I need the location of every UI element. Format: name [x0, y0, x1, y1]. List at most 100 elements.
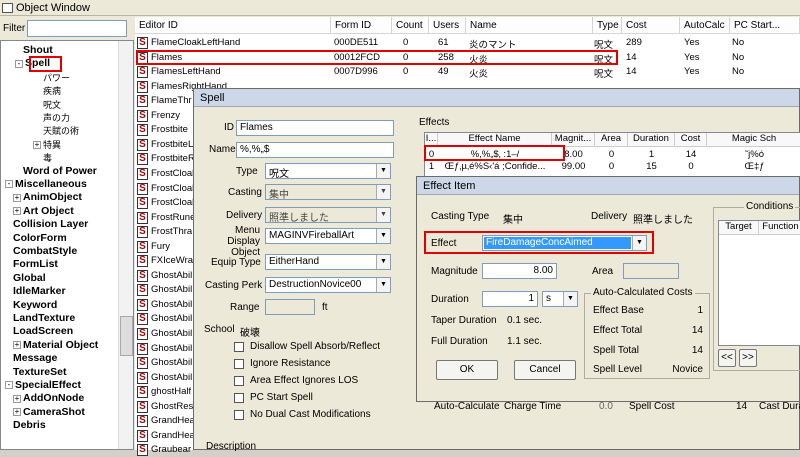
cancel-button[interactable]: Cancel: [514, 360, 576, 380]
expand-icon[interactable]: +: [13, 394, 21, 403]
tree-item[interactable]: LoadScreen: [13, 325, 73, 337]
id-field[interactable]: Flames: [236, 120, 394, 136]
effects-cell[interactable]: 0: [425, 149, 438, 160]
casting-perk-select[interactable]: DestructionNovice00 ▼: [265, 277, 391, 293]
tree-item[interactable]: Keyword: [13, 299, 57, 311]
category-tree[interactable]: Shout - Spell パワー 疾病 呪文 声の力 天賦の術 + 特異毒 Word of Pow…: [0, 40, 134, 450]
effects-cell[interactable]: 0: [675, 161, 707, 172]
conditions-col-target[interactable]: Target: [719, 221, 759, 235]
checkbox[interactable]: [234, 410, 244, 420]
prev-condition-button[interactable]: <<: [718, 349, 736, 367]
menu-display-select[interactable]: MAGINVFireballArt ▼: [265, 228, 391, 244]
table-row[interactable]: S FlameCloakLeftHand 000DE511 0 61 炎のマント 呪文 289…: [135, 37, 800, 51]
effects-cell[interactable]: 8.00: [552, 149, 595, 160]
autocalc-label[interactable]: Auto-Calculate: [434, 401, 500, 412]
expand-icon[interactable]: +: [13, 341, 21, 350]
expand-icon[interactable]: +: [13, 408, 21, 417]
expand-icon[interactable]: +: [33, 141, 41, 150]
name-field[interactable]: %,%„$: [236, 142, 394, 158]
range-field[interactable]: [265, 299, 315, 315]
effects-table[interactable]: I... Effect Name Magnit... Area Duration Cost…: [424, 132, 800, 180]
tree-item[interactable]: Message: [13, 352, 57, 364]
tree-item[interactable]: + Material Object: [13, 339, 98, 351]
magnitude-field[interactable]: 8.00: [482, 263, 557, 279]
area-field[interactable]: [623, 263, 679, 279]
column-header[interactable]: PC Start...: [730, 17, 800, 34]
tree-item[interactable]: 呪文: [43, 98, 61, 111]
column-header[interactable]: Editor ID: [135, 17, 331, 34]
filter-input[interactable]: [27, 20, 127, 37]
effects-column-header[interactable]: Cost: [675, 133, 707, 147]
tree-item[interactable]: 毒: [43, 151, 52, 164]
expand-icon[interactable]: +: [13, 193, 21, 202]
tree-item[interactable]: + 特異: [33, 138, 61, 151]
tree-item[interactable]: パワー: [43, 71, 70, 84]
tree-item[interactable]: + AddOnNode: [13, 392, 84, 404]
tree-item[interactable]: Global: [13, 272, 46, 284]
tree-item[interactable]: LandTexture: [13, 312, 75, 324]
ok-button[interactable]: OK: [436, 360, 498, 380]
column-header[interactable]: Users: [429, 17, 466, 34]
tree-item[interactable]: 疾病: [43, 84, 61, 97]
tree-item[interactable]: Debris: [13, 419, 46, 431]
collapse-icon[interactable]: -: [5, 381, 13, 390]
tree-item[interactable]: - SpecialEffect: [5, 379, 81, 391]
tree-item[interactable]: Word of Power: [23, 165, 97, 177]
tree-scrollbar[interactable]: [118, 41, 133, 449]
effect-item-titlebar[interactable]: Effect Item: [417, 177, 799, 195]
table-row[interactable]: S Flames 00012FCD 0 258 火炎 呪文 14 Yes No: [135, 51, 800, 66]
tree-item[interactable]: CombatStyle: [13, 245, 77, 257]
column-header[interactable]: Cost: [622, 17, 680, 34]
column-header[interactable]: Type: [593, 17, 622, 34]
column-header[interactable]: Form ID: [331, 17, 392, 34]
tree-item[interactable]: FormList: [13, 258, 58, 270]
tree-item[interactable]: Collision Layer: [13, 218, 88, 230]
effects-cell[interactable]: %,%„$‚ :1–/: [438, 149, 552, 160]
delivery-select[interactable]: 照準しました ▼: [265, 207, 391, 223]
conditions-table[interactable]: Target Function: [718, 220, 800, 346]
checkbox[interactable]: [234, 342, 244, 352]
effects-cell[interactable]: 0: [595, 149, 628, 160]
column-header[interactable]: AutoCalc: [680, 17, 730, 34]
collapse-icon[interactable]: -: [15, 59, 23, 68]
spell-titlebar[interactable]: Spell: [194, 89, 799, 107]
checkbox[interactable]: [234, 393, 244, 403]
tree-item[interactable]: IdleMarker: [13, 285, 66, 297]
table-row[interactable]: S FlamesLeftHand 0007D996 0 49 火炎 呪文 14 Yes No: [135, 66, 800, 80]
object-window-titlebar[interactable]: Object Window: [0, 0, 800, 16]
effects-cell[interactable]: 0: [595, 161, 628, 172]
tree-item[interactable]: - Spell: [15, 57, 50, 69]
column-header[interactable]: Name: [466, 17, 593, 34]
conditions-col-function[interactable]: Function: [759, 221, 800, 235]
effects-column-header[interactable]: Magnit...: [552, 133, 595, 147]
effects-cell[interactable]: 1: [425, 161, 438, 172]
effects-column-header[interactable]: Duration: [628, 133, 675, 147]
expand-icon[interactable]: +: [13, 207, 21, 216]
effects-cell[interactable]: 15: [628, 161, 675, 172]
effects-column-header[interactable]: Area: [595, 133, 628, 147]
effects-cell[interactable]: 99.00: [552, 161, 595, 172]
tree-item[interactable]: Shout: [23, 44, 53, 56]
tree-scrollbar-thumb[interactable]: [120, 316, 133, 356]
effects-cell[interactable]: ˜j%ó: [707, 149, 800, 160]
tree-item[interactable]: 声の力: [43, 111, 70, 124]
duration-field[interactable]: 1: [482, 291, 538, 307]
tree-item[interactable]: - Miscellaneous: [5, 178, 87, 190]
equip-type-select[interactable]: EitherHand ▼: [265, 254, 391, 270]
effects-column-header[interactable]: I...: [425, 133, 438, 147]
effects-column-header[interactable]: Effect Name: [438, 133, 552, 147]
tree-item[interactable]: 天賦の術: [43, 124, 79, 137]
effects-column-header[interactable]: Magic Sch: [707, 133, 800, 147]
type-select[interactable]: 呪文 ▼: [265, 163, 391, 179]
tree-item[interactable]: ColorForm: [13, 232, 67, 244]
tree-item[interactable]: + AnimObject: [13, 191, 82, 203]
effects-cell[interactable]: 14: [675, 149, 707, 160]
tree-item[interactable]: TextureSet: [13, 366, 67, 378]
tree-item[interactable]: + CameraShot: [13, 406, 85, 418]
casting-select[interactable]: 集中 ▼: [265, 184, 391, 200]
checkbox[interactable]: [234, 376, 244, 386]
checkbox[interactable]: [234, 359, 244, 369]
next-condition-button[interactable]: >>: [739, 349, 757, 367]
effect-select[interactable]: FireDamageConcAimed ▼: [482, 235, 647, 251]
tree-item[interactable]: + Art Object: [13, 205, 74, 217]
